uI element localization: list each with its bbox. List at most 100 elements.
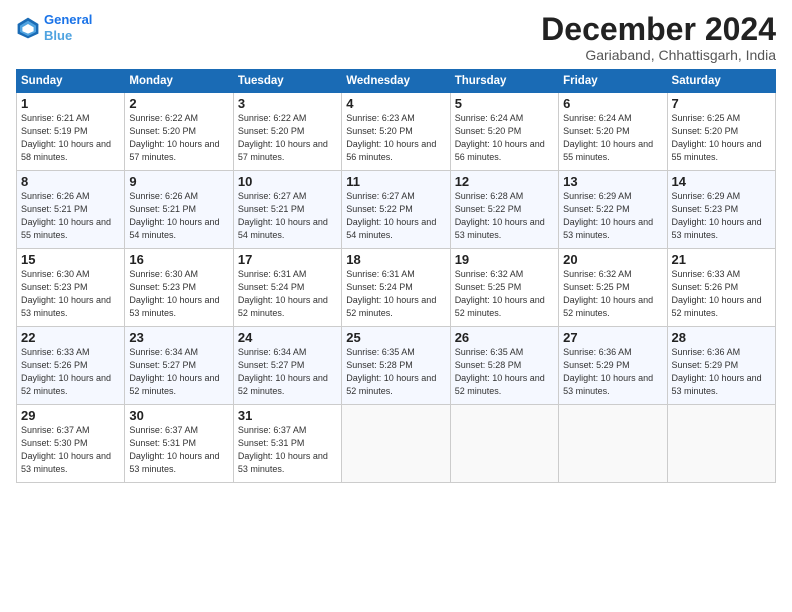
calendar-cell: 1Sunrise: 6:21 AMSunset: 5:19 PMDaylight… xyxy=(17,93,125,171)
calendar-cell: 4 Sunrise: 6:23 AMSunset: 5:20 PMDaylight… xyxy=(342,93,450,171)
weekday-header-thursday: Thursday xyxy=(450,70,558,93)
calendar-cell: 5 Sunrise: 6:24 AMSunset: 5:20 PMDaylight… xyxy=(450,93,558,171)
calendar-cell: 11Sunrise: 6:27 AMSunset: 5:22 PMDayligh… xyxy=(342,171,450,249)
calendar-cell: 14 Sunrise: 6:29 AMSunset: 5:23 PMDayligh… xyxy=(667,171,775,249)
calendar-cell: 3Sunrise: 6:22 AMSunset: 5:20 PMDaylight… xyxy=(233,93,341,171)
calendar-week-2: 8 Sunrise: 6:26 AMSunset: 5:21 PMDaylight… xyxy=(17,171,776,249)
day-number: 18 xyxy=(346,252,445,267)
cell-text: Sunrise: 6:29 AMSunset: 5:23 PMDaylight:… xyxy=(672,191,762,240)
weekday-header-saturday: Saturday xyxy=(667,70,775,93)
day-number: 30 xyxy=(129,408,228,423)
day-number: 6 xyxy=(563,96,662,111)
cell-text: Sunrise: 6:27 AMSunset: 5:21 PMDaylight:… xyxy=(238,191,328,240)
cell-text: Sunrise: 6:37 AMSunset: 5:31 PMDaylight:… xyxy=(129,425,219,474)
cell-text: Sunrise: 6:22 AMSunset: 5:20 PMDaylight:… xyxy=(238,113,328,162)
day-number: 23 xyxy=(129,330,228,345)
calendar-cell: 2Sunrise: 6:22 AMSunset: 5:20 PMDaylight… xyxy=(125,93,233,171)
day-number: 8 xyxy=(21,174,120,189)
calendar-cell: 10 Sunrise: 6:27 AMSunset: 5:21 PMDayligh… xyxy=(233,171,341,249)
calendar-cell: 6 Sunrise: 6:24 AMSunset: 5:20 PMDaylight… xyxy=(559,93,667,171)
day-number: 10 xyxy=(238,174,337,189)
calendar-cell: 13 Sunrise: 6:29 AMSunset: 5:22 PMDayligh… xyxy=(559,171,667,249)
calendar-cell: 23Sunrise: 6:34 AMSunset: 5:27 PMDayligh… xyxy=(125,327,233,405)
cell-text: Sunrise: 6:30 AMSunset: 5:23 PMDaylight:… xyxy=(21,269,111,318)
weekday-header-friday: Friday xyxy=(559,70,667,93)
logo-icon xyxy=(16,16,40,40)
calendar-cell: 8 Sunrise: 6:26 AMSunset: 5:21 PMDaylight… xyxy=(17,171,125,249)
calendar-cell: 16 Sunrise: 6:30 AMSunset: 5:23 PMDayligh… xyxy=(125,249,233,327)
cell-text: Sunrise: 6:25 AMSunset: 5:20 PMDaylight:… xyxy=(672,113,762,162)
day-number: 22 xyxy=(21,330,120,345)
calendar-week-5: 29Sunrise: 6:37 AMSunset: 5:30 PMDayligh… xyxy=(17,405,776,483)
day-number: 17 xyxy=(238,252,337,267)
calendar-cell: 30 Sunrise: 6:37 AMSunset: 5:31 PMDayligh… xyxy=(125,405,233,483)
day-number: 27 xyxy=(563,330,662,345)
calendar-cell: 21 Sunrise: 6:33 AMSunset: 5:26 PMDayligh… xyxy=(667,249,775,327)
day-number: 28 xyxy=(672,330,771,345)
calendar-table: SundayMondayTuesdayWednesdayThursdayFrid… xyxy=(16,69,776,483)
header: GeneralBlue December 2024 Gariaband, Chh… xyxy=(16,12,776,63)
calendar-header-row: SundayMondayTuesdayWednesdayThursdayFrid… xyxy=(17,70,776,93)
calendar-cell: 12Sunrise: 6:28 AMSunset: 5:22 PMDayligh… xyxy=(450,171,558,249)
title-block: December 2024 Gariaband, Chhattisgarh, I… xyxy=(541,12,776,63)
calendar-cell: 19 Sunrise: 6:32 AMSunset: 5:25 PMDayligh… xyxy=(450,249,558,327)
calendar-cell: 25 Sunrise: 6:35 AMSunset: 5:28 PMDayligh… xyxy=(342,327,450,405)
cell-text: Sunrise: 6:33 AMSunset: 5:26 PMDaylight:… xyxy=(672,269,762,318)
day-number: 7 xyxy=(672,96,771,111)
calendar-cell: 31 Sunrise: 6:37 AMSunset: 5:31 PMDayligh… xyxy=(233,405,341,483)
day-number: 5 xyxy=(455,96,554,111)
cell-text: Sunrise: 6:26 AMSunset: 5:21 PMDaylight:… xyxy=(21,191,111,240)
day-number: 13 xyxy=(563,174,662,189)
cell-text: Sunrise: 6:34 AMSunset: 5:27 PMDaylight:… xyxy=(238,347,328,396)
day-number: 2 xyxy=(129,96,228,111)
calendar-container: GeneralBlue December 2024 Gariaband, Chh… xyxy=(0,0,792,491)
day-number: 11 xyxy=(346,174,445,189)
day-number: 15 xyxy=(21,252,120,267)
cell-text: Sunrise: 6:33 AMSunset: 5:26 PMDaylight:… xyxy=(21,347,111,396)
day-number: 14 xyxy=(672,174,771,189)
calendar-cell: 7 Sunrise: 6:25 AMSunset: 5:20 PMDaylight… xyxy=(667,93,775,171)
logo: GeneralBlue xyxy=(16,12,92,43)
cell-text: Sunrise: 6:32 AMSunset: 5:25 PMDaylight:… xyxy=(455,269,545,318)
cell-text: Sunrise: 6:32 AMSunset: 5:25 PMDaylight:… xyxy=(563,269,653,318)
cell-text: Sunrise: 6:35 AMSunset: 5:28 PMDaylight:… xyxy=(346,347,436,396)
calendar-week-3: 15 Sunrise: 6:30 AMSunset: 5:23 PMDayligh… xyxy=(17,249,776,327)
calendar-body: 1Sunrise: 6:21 AMSunset: 5:19 PMDaylight… xyxy=(17,93,776,483)
day-number: 25 xyxy=(346,330,445,345)
calendar-cell: 27Sunrise: 6:36 AMSunset: 5:29 PMDayligh… xyxy=(559,327,667,405)
day-number: 20 xyxy=(563,252,662,267)
calendar-cell: 28Sunrise: 6:36 AMSunset: 5:29 PMDayligh… xyxy=(667,327,775,405)
calendar-cell: 26 Sunrise: 6:35 AMSunset: 5:28 PMDayligh… xyxy=(450,327,558,405)
day-number: 21 xyxy=(672,252,771,267)
cell-text: Sunrise: 6:35 AMSunset: 5:28 PMDaylight:… xyxy=(455,347,545,396)
calendar-cell: 17Sunrise: 6:31 AMSunset: 5:24 PMDayligh… xyxy=(233,249,341,327)
cell-text: Sunrise: 6:23 AMSunset: 5:20 PMDaylight:… xyxy=(346,113,436,162)
cell-text: Sunrise: 6:24 AMSunset: 5:20 PMDaylight:… xyxy=(563,113,653,162)
cell-text: Sunrise: 6:30 AMSunset: 5:23 PMDaylight:… xyxy=(129,269,219,318)
calendar-cell: 24 Sunrise: 6:34 AMSunset: 5:27 PMDayligh… xyxy=(233,327,341,405)
calendar-cell xyxy=(342,405,450,483)
cell-text: Sunrise: 6:29 AMSunset: 5:22 PMDaylight:… xyxy=(563,191,653,240)
day-number: 19 xyxy=(455,252,554,267)
cell-text: Sunrise: 6:37 AMSunset: 5:31 PMDaylight:… xyxy=(238,425,328,474)
weekday-header-tuesday: Tuesday xyxy=(233,70,341,93)
day-number: 26 xyxy=(455,330,554,345)
day-number: 29 xyxy=(21,408,120,423)
calendar-cell: 18Sunrise: 6:31 AMSunset: 5:24 PMDayligh… xyxy=(342,249,450,327)
day-number: 24 xyxy=(238,330,337,345)
cell-text: Sunrise: 6:24 AMSunset: 5:20 PMDaylight:… xyxy=(455,113,545,162)
day-number: 9 xyxy=(129,174,228,189)
calendar-cell xyxy=(450,405,558,483)
calendar-cell xyxy=(559,405,667,483)
calendar-cell: 20 Sunrise: 6:32 AMSunset: 5:25 PMDayligh… xyxy=(559,249,667,327)
calendar-cell: 22 Sunrise: 6:33 AMSunset: 5:26 PMDayligh… xyxy=(17,327,125,405)
calendar-week-1: 1Sunrise: 6:21 AMSunset: 5:19 PMDaylight… xyxy=(17,93,776,171)
calendar-cell: 15 Sunrise: 6:30 AMSunset: 5:23 PMDayligh… xyxy=(17,249,125,327)
day-number: 1 xyxy=(21,96,120,111)
day-number: 31 xyxy=(238,408,337,423)
calendar-cell xyxy=(667,405,775,483)
day-number: 16 xyxy=(129,252,228,267)
calendar-cell: 29Sunrise: 6:37 AMSunset: 5:30 PMDayligh… xyxy=(17,405,125,483)
day-number: 4 xyxy=(346,96,445,111)
location-title: Gariaband, Chhattisgarh, India xyxy=(541,47,776,63)
